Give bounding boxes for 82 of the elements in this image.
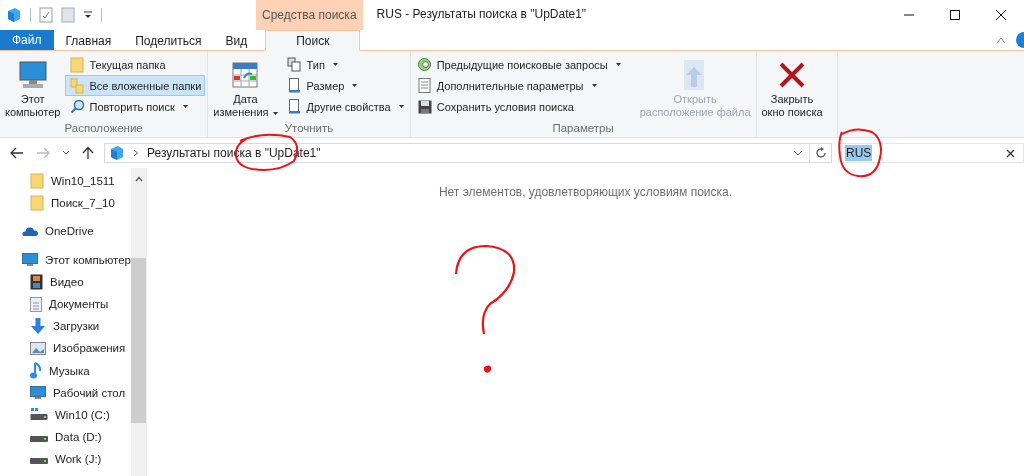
nav-item[interactable]: OneDrive [0,220,131,243]
scroll-up-icon[interactable] [134,176,143,182]
files-icon [287,57,303,72]
dropdown-icon[interactable] [793,150,803,156]
monitor-icon [22,252,38,267]
cloud-icon [22,226,38,237]
recent-locations-icon[interactable] [62,150,70,156]
desktop-icon [30,385,46,400]
drive-icon [30,408,48,422]
customize-toolbar-icon[interactable] [83,10,93,20]
nav-item[interactable]: Win10 (C:) [0,403,131,427]
ribbon-button[interactable]: Предыдущие поисковые запросы [413,55,624,74]
scrollbar-thumb[interactable] [131,258,146,423]
scrollbar[interactable] [131,168,146,476]
film-icon [30,273,43,290]
nav-item[interactable]: Рабочий стол [0,381,131,404]
ribbon-button[interactable]: Повторить поиск [66,97,191,116]
document-icon [288,78,302,93]
ribbon-button[interactable]: Этот компьютер [3,53,63,121]
folder-icon [30,195,44,212]
group-label: Расположение [63,122,144,136]
cube-icon [109,145,125,161]
minimize-icon [904,14,914,16]
folder-icon [70,56,85,73]
nav-item[interactable]: Изображения [0,337,131,360]
document-icon [288,99,302,114]
ribbon-button[interactable]: Закрыть окно поиска [759,53,825,121]
folders-icon [70,77,85,94]
down-arrow-icon [30,318,46,335]
list-document-icon [418,78,432,93]
history-icon [417,57,433,72]
folder-icon [30,173,44,190]
ribbon-button[interactable]: Сохранить условия поиска [413,97,577,116]
properties-icon[interactable] [39,7,53,23]
ribbon-tab[interactable]: Поделиться [123,30,214,51]
ribbon-button[interactable]: Дополнительные параметры [413,76,600,95]
ribbon-button[interactable]: Другие свойства [283,97,407,116]
file-menu-tab[interactable]: Файл [0,30,54,50]
search-icon [69,99,85,114]
collapse-ribbon-icon[interactable] [996,36,1006,44]
image-icon [30,341,46,355]
group-label: Уточнить [283,122,335,136]
ribbon-button[interactable]: Текущая папка [66,55,169,74]
nav-item[interactable]: Data (D:) [0,426,131,449]
ribbon-button[interactable]: Дата изменения [211,53,280,121]
clear-icon[interactable] [1006,148,1015,158]
search-text: RUS [845,145,873,161]
ribbon-tab[interactable]: Вид [213,30,260,51]
drive-icon [30,436,48,443]
nav-item[interactable]: Музыка [0,359,131,382]
nav-item[interactable]: Этот компьютер [0,248,131,271]
ribbon-button[interactable]: Все вложенные папки [66,76,205,95]
ribbon-tab[interactable]: Поиск [265,30,361,51]
drive-icon [30,458,48,465]
close-icon [996,10,1006,20]
empty-message: Нет элементов, удовлетворяющих условиям поиска. [438,185,733,199]
close-icon [778,61,807,89]
context-tab-header: Средства поиска [256,0,363,30]
nav-item[interactable]: Загрузки [0,315,131,338]
computer-icon [16,60,49,90]
nav-item[interactable]: Win10_1511 [0,170,131,193]
nav-item[interactable]: Документы [0,292,131,316]
group-label: Параметры [551,122,615,136]
help-icon[interactable] [1016,32,1024,48]
refresh-button[interactable] [810,143,832,163]
back-icon[interactable] [10,147,24,159]
nav-item[interactable]: Видео [0,270,131,293]
maximize-icon [950,10,960,20]
search-field[interactable]: RUS [838,143,1024,163]
nav-item[interactable]: Поиск_7_10 [0,192,131,215]
ribbon-button[interactable]: Размер [283,76,361,95]
cube-icon [6,7,22,23]
up-icon[interactable] [82,146,94,160]
nav-item[interactable]: Work (J:) [0,448,131,471]
calendar-icon [232,61,259,89]
ribbon-tab[interactable]: Главная [53,30,124,51]
document-icon [30,296,42,312]
ribbon-button[interactable]: Тип [283,55,341,74]
music-note-icon [30,362,42,380]
refresh-icon [814,147,827,159]
window-title: RUS - Результаты поиска в "UpDate1" [375,6,587,23]
chevron-icon [133,149,139,157]
